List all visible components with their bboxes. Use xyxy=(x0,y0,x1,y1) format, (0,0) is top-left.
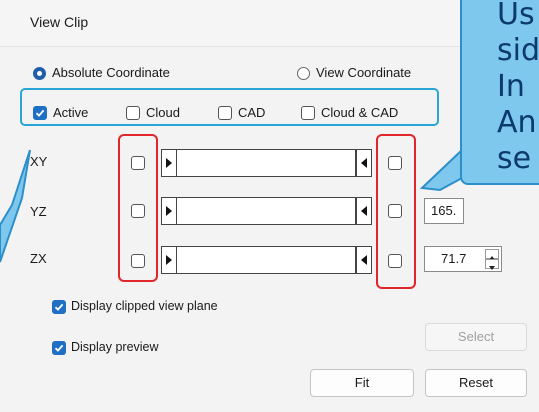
callout-line-1: Us xyxy=(497,0,535,32)
right-callout-pointer xyxy=(419,147,463,192)
annotation-callout: Us sid In An se xyxy=(460,0,539,185)
callout-pointers xyxy=(0,147,463,263)
callout-line-4: An xyxy=(497,105,537,140)
view-clip-dialog: View Clip Absolute Coordinate View Coord… xyxy=(0,0,539,412)
callout-line-3: In xyxy=(497,69,525,104)
callout-line-2: sid xyxy=(497,33,539,68)
callout-line-5: se xyxy=(497,141,532,176)
left-callout-pointer xyxy=(0,149,31,263)
